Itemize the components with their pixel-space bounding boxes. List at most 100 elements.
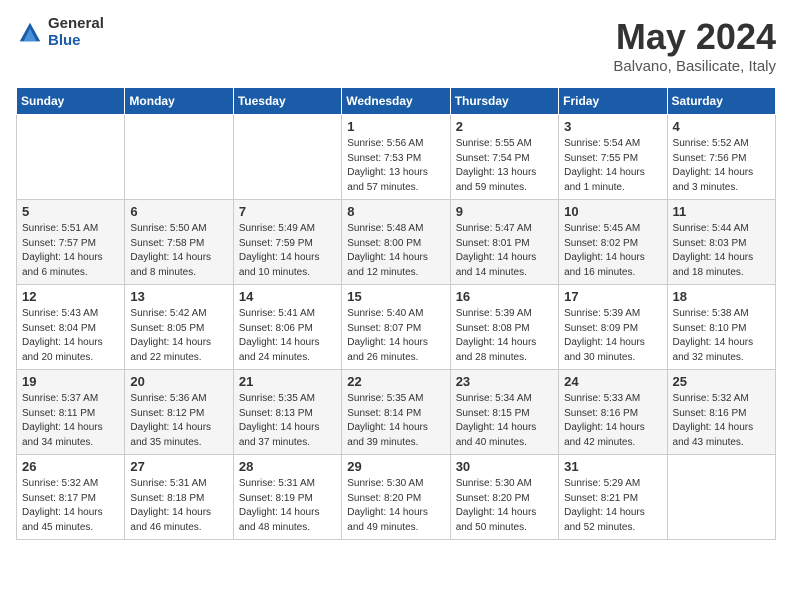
calendar-cell: 16 Sunrise: 5:39 AMSunset: 8:08 PMDayligh… [450,285,558,370]
day-info: Sunrise: 5:35 AMSunset: 8:13 PMDaylight:… [239,392,336,450]
logo-general-text: General [48,16,104,33]
day-number: 7 [239,204,336,219]
day-info: Sunrise: 5:31 AMSunset: 8:19 PMDaylight:… [239,477,336,535]
day-number: 8 [347,204,444,219]
header-tuesday: Tuesday [233,88,341,115]
header-wednesday: Wednesday [342,88,450,115]
page-header: General Blue May 2024 Balvano, Basilicat… [16,16,776,75]
day-info: Sunrise: 5:31 AMSunset: 8:18 PMDaylight:… [130,477,227,535]
day-info: Sunrise: 5:56 AMSunset: 7:53 PMDaylight:… [347,137,444,195]
day-info: Sunrise: 5:33 AMSunset: 8:16 PMDaylight:… [564,392,661,450]
day-number: 19 [22,374,119,389]
calendar-subtitle: Balvano, Basilicate, Italy [613,58,776,75]
day-number: 6 [130,204,227,219]
day-info: Sunrise: 5:42 AMSunset: 8:05 PMDaylight:… [130,307,227,365]
day-number: 30 [456,459,553,474]
day-info: Sunrise: 5:43 AMSunset: 8:04 PMDaylight:… [22,307,119,365]
calendar-cell: 6Sunrise: 5:50 AMSunset: 7:58 PMDaylight… [125,200,233,285]
day-info: Sunrise: 5:32 AMSunset: 8:16 PMDaylight:… [673,392,770,450]
day-number: 2 [456,119,553,134]
day-info: Sunrise: 5:48 AMSunset: 8:00 PMDaylight:… [347,222,444,280]
day-number: 12 [22,289,119,304]
calendar-week-3: 12 Sunrise: 5:43 AMSunset: 8:04 PMDayligh… [17,285,776,370]
logo-text: General Blue [48,16,104,49]
calendar-cell: 14Sunrise: 5:41 AMSunset: 8:06 PMDayligh… [233,285,341,370]
day-number: 9 [456,204,553,219]
calendar-cell: 1Sunrise: 5:56 AMSunset: 7:53 PMDaylight… [342,115,450,200]
day-number: 24 [564,374,661,389]
calendar-week-1: 1Sunrise: 5:56 AMSunset: 7:53 PMDaylight… [17,115,776,200]
day-number: 31 [564,459,661,474]
calendar-cell: 2Sunrise: 5:55 AMSunset: 7:54 PMDaylight… [450,115,558,200]
day-info: Sunrise: 5:40 AMSunset: 8:07 PMDaylight:… [347,307,444,365]
calendar-week-2: 5 Sunrise: 5:51 AMSunset: 7:57 PMDaylight… [17,200,776,285]
day-number: 22 [347,374,444,389]
day-number: 29 [347,459,444,474]
header-saturday: Saturday [667,88,775,115]
day-number: 15 [347,289,444,304]
calendar-cell [667,455,775,540]
calendar-title: May 2024 [613,16,776,58]
day-number: 20 [130,374,227,389]
calendar-cell: 26 Sunrise: 5:32 AMSunset: 8:17 PMDayligh… [17,455,125,540]
calendar-cell: 17 Sunrise: 5:39 AMSunset: 8:09 PMDayligh… [559,285,667,370]
header-thursday: Thursday [450,88,558,115]
calendar-cell: 4Sunrise: 5:52 AMSunset: 7:56 PMDaylight… [667,115,775,200]
day-info: Sunrise: 5:32 AMSunset: 8:17 PMDaylight:… [22,477,119,535]
calendar-cell: 10 Sunrise: 5:45 AMSunset: 8:02 PMDayligh… [559,200,667,285]
day-number: 16 [456,289,553,304]
calendar-cell: 21Sunrise: 5:35 AMSunset: 8:13 PMDayligh… [233,370,341,455]
day-number: 26 [22,459,119,474]
calendar-cell: 18 Sunrise: 5:38 AMSunset: 8:10 PMDayligh… [667,285,775,370]
calendar-cell [17,115,125,200]
calendar-cell: 29 Sunrise: 5:30 AMSunset: 8:20 PMDayligh… [342,455,450,540]
calendar-cell: 5 Sunrise: 5:51 AMSunset: 7:57 PMDaylight… [17,200,125,285]
calendar-cell [233,115,341,200]
day-info: Sunrise: 5:29 AMSunset: 8:21 PMDaylight:… [564,477,661,535]
calendar-cell: 30 Sunrise: 5:30 AMSunset: 8:20 PMDayligh… [450,455,558,540]
calendar-week-4: 19 Sunrise: 5:37 AMSunset: 8:11 PMDayligh… [17,370,776,455]
day-info: Sunrise: 5:38 AMSunset: 8:10 PMDaylight:… [673,307,770,365]
calendar-cell: 12 Sunrise: 5:43 AMSunset: 8:04 PMDayligh… [17,285,125,370]
calendar-table: Sunday Monday Tuesday Wednesday Thursday… [16,87,776,540]
header-monday: Monday [125,88,233,115]
day-number: 11 [673,204,770,219]
day-number: 23 [456,374,553,389]
day-number: 13 [130,289,227,304]
logo: General Blue [16,16,104,49]
calendar-cell: 8 Sunrise: 5:48 AMSunset: 8:00 PMDaylight… [342,200,450,285]
day-info: Sunrise: 5:30 AMSunset: 8:20 PMDaylight:… [347,477,444,535]
calendar-cell: 22Sunrise: 5:35 AMSunset: 8:14 PMDayligh… [342,370,450,455]
calendar-cell [125,115,233,200]
calendar-week-5: 26 Sunrise: 5:32 AMSunset: 8:17 PMDayligh… [17,455,776,540]
calendar-cell: 25Sunrise: 5:32 AMSunset: 8:16 PMDayligh… [667,370,775,455]
day-info: Sunrise: 5:39 AMSunset: 8:09 PMDaylight:… [564,307,661,365]
day-number: 10 [564,204,661,219]
logo-icon [16,19,44,47]
header-sunday: Sunday [17,88,125,115]
calendar-cell: 7Sunrise: 5:49 AMSunset: 7:59 PMDaylight… [233,200,341,285]
calendar-cell: 23 Sunrise: 5:34 AMSunset: 8:15 PMDayligh… [450,370,558,455]
calendar-cell: 9 Sunrise: 5:47 AMSunset: 8:01 PMDaylight… [450,200,558,285]
calendar-cell: 28Sunrise: 5:31 AMSunset: 8:19 PMDayligh… [233,455,341,540]
calendar-cell: 19 Sunrise: 5:37 AMSunset: 8:11 PMDayligh… [17,370,125,455]
calendar-cell: 24 Sunrise: 5:33 AMSunset: 8:16 PMDayligh… [559,370,667,455]
header-friday: Friday [559,88,667,115]
day-info: Sunrise: 5:51 AMSunset: 7:57 PMDaylight:… [22,222,119,280]
day-number: 18 [673,289,770,304]
title-block: May 2024 Balvano, Basilicate, Italy [613,16,776,75]
day-number: 17 [564,289,661,304]
day-info: Sunrise: 5:34 AMSunset: 8:15 PMDaylight:… [456,392,553,450]
day-number: 3 [564,119,661,134]
day-info: Sunrise: 5:47 AMSunset: 8:01 PMDaylight:… [456,222,553,280]
day-info: Sunrise: 5:36 AMSunset: 8:12 PMDaylight:… [130,392,227,450]
day-info: Sunrise: 5:37 AMSunset: 8:11 PMDaylight:… [22,392,119,450]
calendar-cell: 13 Sunrise: 5:42 AMSunset: 8:05 PMDayligh… [125,285,233,370]
day-info: Sunrise: 5:39 AMSunset: 8:08 PMDaylight:… [456,307,553,365]
day-number: 14 [239,289,336,304]
calendar-cell: 20 Sunrise: 5:36 AMSunset: 8:12 PMDayligh… [125,370,233,455]
day-number: 5 [22,204,119,219]
day-info: Sunrise: 5:45 AMSunset: 8:02 PMDaylight:… [564,222,661,280]
logo-blue-text: Blue [48,33,104,50]
day-info: Sunrise: 5:30 AMSunset: 8:20 PMDaylight:… [456,477,553,535]
